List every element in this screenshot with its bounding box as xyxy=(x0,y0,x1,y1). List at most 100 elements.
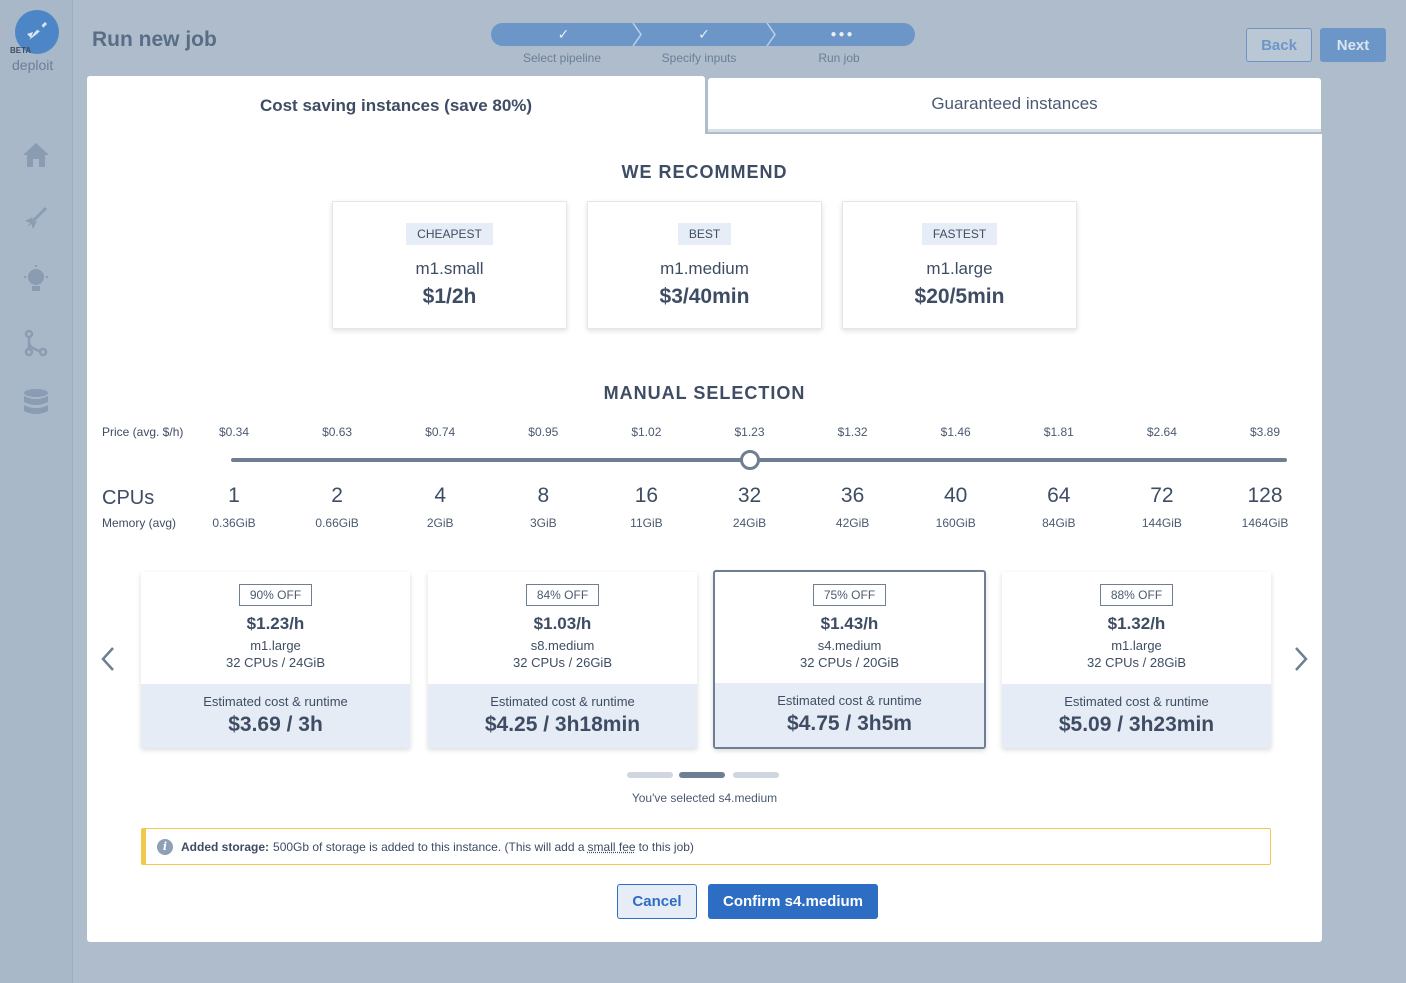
ellipsis-icon: ●●● xyxy=(830,29,855,40)
cpu-tick[interactable]: 36 xyxy=(813,484,893,508)
alert-title: Added storage: xyxy=(181,839,270,854)
progress-stepper: ✓ ✓ ●●● xyxy=(491,23,915,46)
cpu-tick[interactable]: 8 xyxy=(503,484,583,508)
instance-card[interactable]: 88% OFF $1.32/h m1.large 32 CPUs / 28GiB… xyxy=(1002,572,1271,748)
recommend-instance-name: m1.small xyxy=(415,259,484,278)
lightbulb-icon[interactable] xyxy=(20,264,52,296)
pipeline-branch-icon[interactable] xyxy=(20,327,52,359)
instance-type: s8.medium xyxy=(530,638,595,653)
price-tick: $3.89 xyxy=(1249,425,1281,439)
price-tick: $0.95 xyxy=(528,425,559,439)
tab-cost-saving[interactable]: Cost saving instances (save 80%) xyxy=(87,76,705,136)
recommend-price: $20/5min xyxy=(914,285,1005,308)
carousel-prev-icon[interactable] xyxy=(97,644,121,674)
instance-spec: 32 CPUs / 28GiB xyxy=(1087,655,1186,670)
cpu-tick[interactable]: 4 xyxy=(400,484,480,508)
estimate-label: Estimated cost & runtime xyxy=(1064,694,1209,709)
recommend-card-best[interactable]: BEST m1.medium $3/40min xyxy=(587,201,822,329)
memory-tick: 84GiB xyxy=(1042,516,1076,530)
cpu-row-label: CPUs xyxy=(102,487,155,509)
alert-text: 500Gb of storage is added to this instan… xyxy=(273,839,585,854)
instance-estimate: Estimated cost & runtime $5.09 / 3h23min xyxy=(1002,684,1271,748)
small-fee-link[interactable]: small fee xyxy=(588,840,636,854)
app-logo[interactable]: BETA deploit xyxy=(10,8,62,74)
price-tick: $2.64 xyxy=(1146,425,1177,439)
carousel-page-dot[interactable] xyxy=(733,772,779,778)
cpu-tick[interactable]: 64 xyxy=(1019,484,1099,508)
instance-hourly-price: $1.03/h xyxy=(533,614,592,633)
instance-card[interactable]: 84% OFF $1.03/h s8.medium 32 CPUs / 26Gi… xyxy=(428,572,697,748)
instance-card-selected[interactable]: 75% OFF $1.43/h s4.medium 32 CPUs / 20Gi… xyxy=(713,570,986,749)
price-tick: $1.46 xyxy=(940,425,971,439)
recommend-badge: CHEAPEST xyxy=(406,223,493,245)
memory-tick: 0.66GiB xyxy=(315,516,359,530)
instance-panel: WE RECOMMEND CHEAPEST m1.small $1/2h BES… xyxy=(87,134,1322,942)
recommend-price: $3/40min xyxy=(659,285,750,308)
cpu-tick[interactable]: 1 xyxy=(194,484,274,508)
instance-spec: 32 CPUs / 26GiB xyxy=(513,655,612,670)
recommend-instance-name: m1.medium xyxy=(660,259,749,278)
page-title: Run new job xyxy=(92,28,217,51)
discount-badge: 90% OFF xyxy=(238,584,313,606)
memory-tick: 11GiB xyxy=(630,516,663,530)
instance-card[interactable]: 90% OFF $1.23/h m1.large 32 CPUs / 24GiB… xyxy=(141,572,410,748)
cpu-slider-thumb[interactable] xyxy=(740,450,760,470)
estimate-value: $5.09 / 3h23min xyxy=(1058,713,1215,736)
recommend-card-fastest[interactable]: FASTEST m1.large $20/5min xyxy=(842,201,1077,329)
instance-spec: 32 CPUs / 24GiB xyxy=(226,655,325,670)
checkmark-icon: ✓ xyxy=(698,26,710,42)
price-tick: $1.02 xyxy=(631,425,662,439)
memory-tick: 42GiB xyxy=(835,516,870,530)
price-tick: $1.81 xyxy=(1043,425,1074,439)
cpu-tick[interactable]: 128 xyxy=(1225,484,1305,508)
carousel-page-dot[interactable] xyxy=(627,772,673,778)
step-label-specify-inputs: Specify inputs xyxy=(661,51,737,65)
estimate-label: Estimated cost & runtime xyxy=(490,694,635,709)
estimate-value: $4.25 / 3h18min xyxy=(484,713,641,736)
home-icon[interactable] xyxy=(20,139,52,171)
cpu-tick[interactable]: 16 xyxy=(606,484,686,508)
checkmark-icon: ✓ xyxy=(557,26,570,42)
instance-type: s4.medium xyxy=(817,638,882,653)
instance-hourly-price: $1.32/h xyxy=(1107,614,1166,633)
discount-badge: 75% OFF xyxy=(812,584,887,606)
instance-hourly-price: $1.43/h xyxy=(820,614,879,633)
instance-estimate: Estimated cost & runtime $4.25 / 3h18min xyxy=(428,684,697,748)
discount-badge: 88% OFF xyxy=(1099,584,1174,606)
cpu-tick[interactable]: 40 xyxy=(916,484,996,508)
carousel-next-icon[interactable] xyxy=(1288,644,1312,674)
price-tick: $0.34 xyxy=(218,425,250,439)
tab-guaranteed[interactable]: Guaranteed instances xyxy=(708,78,1321,132)
memory-tick: 144GiB xyxy=(1141,516,1182,530)
estimate-value: $4.75 / 3h5m xyxy=(787,712,912,735)
instance-type: m1.large xyxy=(1111,638,1162,653)
app-name: deploit xyxy=(12,57,54,73)
confirm-button[interactable]: Confirm s4.medium xyxy=(708,884,878,919)
rocket-icon[interactable] xyxy=(20,202,52,234)
carousel-page-dot-active[interactable] xyxy=(679,772,725,778)
memory-row-label: Memory (avg) xyxy=(102,516,177,530)
instance-estimate: Estimated cost & runtime $4.75 / 3h5m xyxy=(715,683,984,747)
price-tick: $0.74 xyxy=(425,425,456,439)
memory-tick: 3GiB xyxy=(529,516,557,530)
discount-badge: 84% OFF xyxy=(525,584,600,606)
manual-selection-title: MANUAL SELECTION xyxy=(603,383,806,403)
estimate-value: $3.69 / 3h xyxy=(228,713,323,736)
instance-type: m1.large xyxy=(250,638,301,653)
price-tick: $1.32 xyxy=(837,425,868,439)
memory-tick: 2GiB xyxy=(426,516,454,530)
cancel-button[interactable]: Cancel xyxy=(617,884,697,919)
cpu-tick[interactable]: 32 xyxy=(710,484,790,508)
back-button[interactable]: Back xyxy=(1246,28,1312,62)
cpu-tick[interactable]: 72 xyxy=(1122,484,1202,508)
recommend-card-cheapest[interactable]: CHEAPEST m1.small $1/2h xyxy=(332,201,567,329)
info-icon: i xyxy=(157,838,173,855)
instance-hourly-price: $1.23/h xyxy=(246,614,305,633)
alert-text-end: to this job) xyxy=(638,839,694,854)
recommend-badge: BEST xyxy=(677,223,732,245)
database-icon[interactable] xyxy=(20,387,52,419)
instance-spec: 32 CPUs / 20GiB xyxy=(800,655,899,670)
price-tick: $0.63 xyxy=(322,425,353,439)
next-button[interactable]: Next xyxy=(1320,28,1386,62)
cpu-tick[interactable]: 2 xyxy=(297,484,377,508)
